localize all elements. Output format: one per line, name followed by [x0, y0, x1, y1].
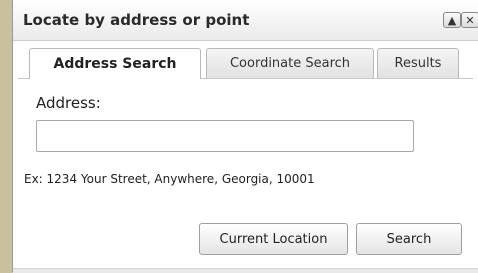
collapse-icon[interactable]: ▲: [443, 12, 461, 28]
panel-bottom-edge: [13, 268, 478, 273]
panel-titlebar: Locate by address or point ▲ ✕: [13, 0, 478, 41]
tab-coordinate-search[interactable]: Coordinate Search: [206, 48, 374, 78]
close-icon[interactable]: ✕: [461, 12, 478, 28]
address-example-text: Ex: 1234 Your Street, Anywhere, Georgia,…: [24, 172, 315, 186]
search-button[interactable]: Search: [356, 223, 462, 255]
current-location-button[interactable]: Current Location: [199, 223, 348, 255]
panel-title: Locate by address or point: [23, 11, 250, 29]
address-input[interactable]: [36, 120, 414, 152]
locate-panel: Locate by address or point ▲ ✕ Address S…: [12, 0, 478, 273]
tab-bar: Address Search Coordinate Search Results: [18, 44, 473, 79]
address-label: Address:: [36, 94, 101, 112]
tab-results[interactable]: Results: [377, 48, 459, 78]
tab-address-search[interactable]: Address Search: [29, 48, 201, 79]
